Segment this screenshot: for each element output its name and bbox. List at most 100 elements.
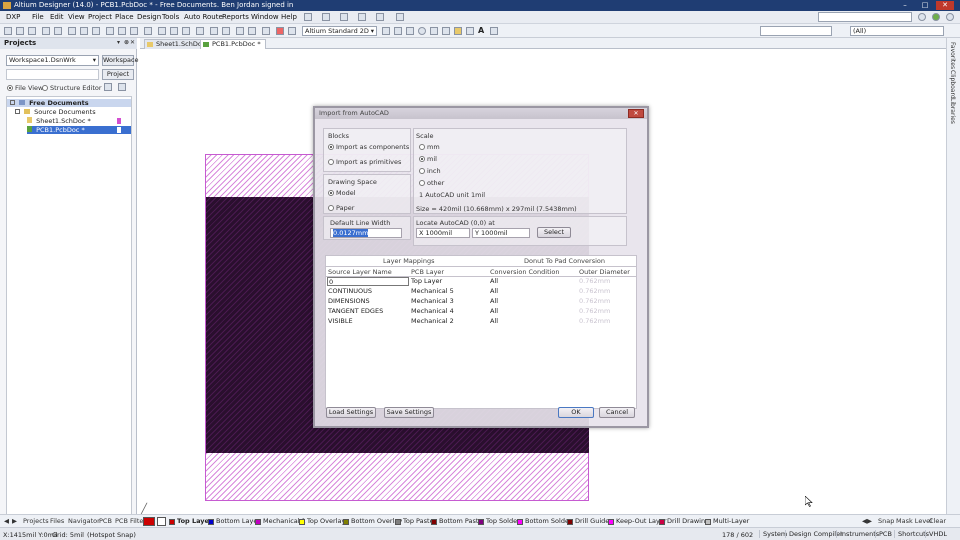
column-outer-diameter[interactable]: Outer Diameter bbox=[579, 268, 630, 276]
scale-inch-radio[interactable] bbox=[419, 168, 425, 174]
menu-window[interactable]: Window bbox=[251, 13, 279, 21]
row-source-cell[interactable]: VISIBLE bbox=[328, 317, 353, 326]
panel-tab-pcb[interactable]: PCB bbox=[99, 517, 112, 525]
zoom-area-icon[interactable] bbox=[80, 27, 88, 35]
redo-icon[interactable] bbox=[248, 27, 256, 35]
tree-item-free-documents[interactable]: Free Documents bbox=[7, 99, 131, 107]
save-icon[interactable] bbox=[28, 27, 36, 35]
coordinate-icon[interactable] bbox=[490, 27, 498, 35]
undo-icon[interactable] bbox=[236, 27, 244, 35]
layer-tab-drill-drawing[interactable]: Drill Drawing bbox=[659, 517, 709, 526]
scroll-right-icon[interactable]: ▶ bbox=[12, 517, 17, 525]
component-icon[interactable] bbox=[466, 27, 474, 35]
refresh-icon[interactable] bbox=[104, 83, 112, 91]
select-button[interactable]: Select bbox=[537, 227, 571, 238]
rubber-stamp-icon[interactable] bbox=[144, 27, 152, 35]
paste-icon[interactable] bbox=[130, 27, 138, 35]
row-cond-cell[interactable]: All bbox=[490, 297, 498, 306]
row-source-cell[interactable]: DIMENSIONS bbox=[328, 297, 370, 306]
mask-level-button[interactable]: Mask Level bbox=[896, 517, 932, 525]
view-config-select[interactable]: Altium Standard 2D ▾ bbox=[302, 26, 377, 36]
diff-pair-icon[interactable] bbox=[394, 27, 402, 35]
load-settings-button[interactable]: Load Settings bbox=[326, 407, 376, 418]
clear-filter-icon[interactable] bbox=[196, 27, 204, 35]
polygon-icon[interactable] bbox=[454, 27, 462, 35]
row-cond-cell[interactable]: All bbox=[490, 307, 498, 316]
arc-icon[interactable] bbox=[430, 27, 438, 35]
clear-button[interactable]: Clear bbox=[929, 517, 946, 525]
scale-mil-radio[interactable] bbox=[419, 156, 425, 162]
project-search-input[interactable] bbox=[6, 69, 99, 80]
collapse-icon[interactable] bbox=[10, 100, 15, 105]
cut-icon[interactable] bbox=[106, 27, 114, 35]
menu-project[interactable]: Project bbox=[88, 13, 112, 21]
panel-tab-projects[interactable]: Projects bbox=[23, 517, 49, 525]
layer-tab-bottom-solder[interactable]: Bottom Solder bbox=[517, 517, 572, 526]
route-icon[interactable] bbox=[304, 13, 312, 21]
locate-y-input[interactable]: Y 1000mil bbox=[472, 228, 530, 238]
layer-scroll-icon[interactable]: ◀▶ bbox=[862, 517, 872, 525]
account-icon[interactable] bbox=[932, 13, 940, 21]
shortcuts-button[interactable]: Shortcuts bbox=[894, 530, 929, 538]
vhdl-button[interactable]: VHDL bbox=[925, 530, 947, 538]
menu-design[interactable]: Design bbox=[137, 13, 161, 21]
snap-button[interactable]: Snap bbox=[878, 517, 894, 525]
structure-editor-radio[interactable] bbox=[42, 85, 48, 91]
menu-dxp[interactable]: DXP bbox=[6, 13, 20, 21]
row-pcb-cell[interactable]: Mechanical 2 bbox=[411, 317, 454, 326]
place-via-icon[interactable] bbox=[406, 27, 414, 35]
column-conversion-condition[interactable]: Conversion Condition bbox=[490, 268, 560, 276]
layer-set-icon[interactable] bbox=[157, 517, 166, 526]
cross-probe-icon[interactable] bbox=[210, 27, 218, 35]
column-pcb-layer[interactable]: PCB Layer bbox=[411, 268, 444, 276]
gear-icon[interactable] bbox=[918, 13, 926, 21]
scale-other-radio[interactable] bbox=[419, 180, 425, 186]
scale-mm-radio[interactable] bbox=[419, 144, 425, 150]
menu-place[interactable]: Place bbox=[115, 13, 134, 21]
select-area-icon[interactable] bbox=[158, 27, 166, 35]
favorites-panel-tab[interactable]: Favorites bbox=[949, 42, 956, 69]
browse-icon[interactable] bbox=[222, 27, 230, 35]
open-icon[interactable] bbox=[16, 27, 24, 35]
maximize-icon[interactable]: □ bbox=[916, 1, 934, 10]
move-icon[interactable] bbox=[170, 27, 178, 35]
layer-tab-bottom-overlay[interactable]: Bottom Overlay bbox=[343, 517, 402, 526]
scroll-left-icon[interactable]: ◀ bbox=[4, 517, 9, 525]
project-options-icon[interactable] bbox=[118, 83, 126, 91]
via-icon[interactable] bbox=[322, 13, 330, 21]
align-icon[interactable] bbox=[358, 13, 366, 21]
row-pcb-cell[interactable]: Mechanical 5 bbox=[411, 287, 454, 296]
row-source-cell[interactable]: TANGENT EDGES bbox=[328, 307, 383, 316]
pin-icon[interactable]: ⊛ bbox=[124, 39, 129, 46]
model-radio[interactable] bbox=[328, 190, 334, 196]
altium-app-icon[interactable] bbox=[3, 2, 11, 9]
grid-icon[interactable] bbox=[396, 13, 404, 21]
print-icon[interactable] bbox=[42, 27, 50, 35]
menu-help[interactable]: Help bbox=[281, 13, 297, 21]
layer-tab-bottom-paste[interactable]: Bottom Paste bbox=[431, 517, 482, 526]
row-cond-cell[interactable]: All bbox=[490, 287, 498, 296]
tab-pcb1[interactable]: PCB1.PcbDoc * bbox=[200, 39, 266, 49]
row-source-cell[interactable]: 0 bbox=[327, 277, 409, 286]
panel-tab-files[interactable]: Files bbox=[50, 517, 64, 525]
rules-icon[interactable] bbox=[276, 27, 284, 35]
panel-close-icon[interactable]: ✕ bbox=[130, 39, 135, 46]
row-cond-cell[interactable]: All bbox=[490, 277, 498, 286]
project-button[interactable]: Project bbox=[102, 69, 134, 80]
room-icon[interactable] bbox=[376, 13, 384, 21]
tree-item-source-documents[interactable]: Source Documents bbox=[15, 108, 96, 116]
layer-tab-drill-guide[interactable]: Drill Guide bbox=[567, 517, 609, 526]
file-view-radio[interactable] bbox=[7, 85, 13, 91]
menu-auto-route[interactable]: Auto Route bbox=[184, 13, 223, 21]
interactive-route-icon[interactable] bbox=[382, 27, 390, 35]
layer-tab-top-layer[interactable]: Top Layer bbox=[169, 517, 212, 526]
import-as-primitives-radio[interactable] bbox=[328, 159, 334, 165]
layer-tab-keep-out[interactable]: Keep-Out Layer bbox=[608, 517, 667, 526]
deselect-icon[interactable] bbox=[182, 27, 190, 35]
import-as-components-radio[interactable] bbox=[328, 144, 334, 150]
row-cond-cell[interactable]: All bbox=[490, 317, 498, 326]
design-compiler-button[interactable]: Design Compiler bbox=[785, 530, 843, 538]
line-width-input[interactable]: 0.0127mm bbox=[330, 228, 402, 238]
layer-tab-multi-layer[interactable]: Multi-Layer bbox=[705, 517, 749, 526]
copy-icon[interactable] bbox=[118, 27, 126, 35]
